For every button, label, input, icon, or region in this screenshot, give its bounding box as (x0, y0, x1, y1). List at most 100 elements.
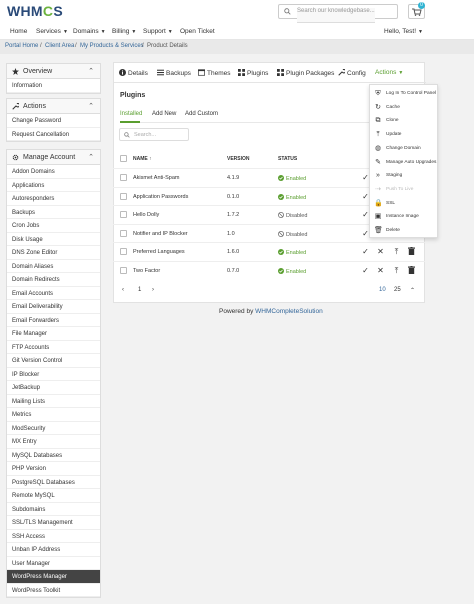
sidebar-item-wordpress-toolkit[interactable]: WordPress Toolkit (7, 584, 100, 597)
menu-item-change-domain[interactable]: ◍ Change Domain (370, 142, 439, 156)
sidebar-item-remote-mysql[interactable]: Remote MySQL (7, 489, 100, 503)
sidebar-item-jetbackup[interactable]: JetBackup (7, 381, 100, 395)
nav-support[interactable]: Support ▼ (143, 28, 173, 35)
nav-services[interactable]: Services ▼ (36, 28, 68, 35)
sidebar-item-domain-redirects[interactable]: Domain Redirects (7, 273, 100, 287)
pagination-current-page[interactable]: 1 (138, 287, 141, 293)
row-checkbox[interactable] (120, 229, 127, 237)
row-checkbox[interactable] (120, 266, 127, 274)
update-arrow-icon[interactable]: ⤒ (392, 266, 401, 275)
sidebar-item-unban-ip-address[interactable]: Unban IP Address (7, 543, 100, 557)
overview-item-information[interactable]: Information (7, 79, 100, 93)
column-header-status[interactable]: STATUS (278, 156, 297, 162)
menu-item-push-to-live[interactable]: ⇢ Push To Live (370, 183, 439, 197)
per-page-25[interactable]: 25 (394, 287, 401, 293)
tab-plugins[interactable]: Plugins (238, 69, 268, 77)
sidebar-item-backups[interactable]: Backups (7, 206, 100, 219)
sidebar-item-subdomains[interactable]: Subdomains (7, 503, 100, 516)
delete-trash-icon[interactable] (407, 247, 416, 256)
column-header-version[interactable]: VERSION (227, 156, 250, 162)
nav-home[interactable]: Home (10, 28, 27, 35)
menu-item-update[interactable]: ⤒ Update (370, 128, 439, 142)
tab-plugin-packages[interactable]: Plugin Packages (277, 69, 334, 77)
chevron-up-icon[interactable]: ⌃ (88, 102, 94, 110)
breadcrumb-client-area[interactable]: Client Area (45, 43, 74, 49)
subtab-add-new[interactable]: Add New (152, 111, 176, 117)
sidebar-item-email-forwarders[interactable]: Email Forwarders (7, 314, 100, 327)
disable-x-icon[interactable]: ✕ (376, 247, 385, 256)
menu-item-ssl[interactable]: 🔒 SSL (370, 197, 439, 211)
menu-item-delete[interactable]: 🗑 Delete (370, 224, 439, 238)
action-request-cancellation[interactable]: Request Cancellation (7, 128, 100, 141)
footer-link[interactable]: WHMCompleteSolution (255, 308, 323, 315)
enable-check-icon[interactable]: ✓ (361, 266, 370, 275)
pagination-prev-icon[interactable]: ‹ (122, 287, 124, 293)
sidebar-item-mailing-lists[interactable]: Mailing Lists (7, 395, 100, 408)
scroll-top-icon[interactable]: ⌃ (410, 287, 415, 294)
sidebar-item-modsecurity[interactable]: ModSecurity (7, 422, 100, 435)
sidebar-item-file-manager[interactable]: File Manager (7, 327, 100, 341)
column-header-name[interactable]: NAME ↑ (133, 156, 152, 162)
sidebar-item-autoresponders[interactable]: Autoresponders (7, 192, 100, 206)
action-change-password[interactable]: Change Password (7, 114, 100, 128)
subtab-add-custom[interactable]: Add Custom (185, 111, 218, 117)
update-arrow-icon[interactable]: ⤒ (392, 247, 401, 256)
sidebar-item-mysql-databases[interactable]: MySQL Databases (7, 449, 100, 462)
cart-button[interactable]: 0 (408, 2, 425, 19)
sidebar-item-applications[interactable]: Applications (7, 179, 100, 192)
disable-x-icon[interactable]: ✕ (376, 266, 385, 275)
delete-trash-icon[interactable] (407, 265, 416, 275)
actions-header[interactable]: Actions ⌃ (7, 99, 100, 114)
sidebar-item-php-version[interactable]: PHP Version (7, 462, 100, 476)
sidebar-item-mx-entry[interactable]: MX Entry (7, 435, 100, 449)
sidebar-item-ssl-tls-management[interactable]: SSL/TLS Management (7, 516, 100, 530)
nav-open-ticket[interactable]: Open Ticket (180, 28, 215, 35)
enable-check-icon[interactable]: ✓ (361, 247, 370, 256)
sidebar-item-dns-zone-editor[interactable]: DNS Zone Editor (7, 246, 100, 260)
tab-details[interactable]: Details (119, 69, 148, 77)
menu-item-instance-image[interactable]: ▣ Instance Image (370, 210, 439, 224)
sidebar-item-wordpress-manager[interactable]: WordPress Manager (7, 570, 100, 584)
menu-item-cache[interactable]: ↻ Cache (370, 101, 439, 115)
menu-item-clone[interactable]: ⧉ Clone (370, 114, 439, 128)
breadcrumb-portal-home[interactable]: Portal Home (5, 43, 38, 49)
row-checkbox[interactable] (120, 192, 127, 200)
sidebar-item-ssh-access[interactable]: SSH Access (7, 530, 100, 543)
pagination-next-icon[interactable]: › (152, 287, 154, 293)
breadcrumb-products-services[interactable]: My Products & Services (80, 43, 144, 49)
tab-themes[interactable]: Themes (198, 69, 230, 77)
chevron-up-icon[interactable]: ⌃ (88, 153, 94, 161)
sidebar-item-cron-jobs[interactable]: Cron Jobs (7, 219, 100, 233)
select-all-checkbox[interactable] (120, 155, 127, 162)
overview-header[interactable]: Overview ⌃ (7, 64, 100, 79)
tab-config[interactable]: Config (338, 69, 366, 77)
sidebar-item-email-deliverability[interactable]: Email Deliverability (7, 300, 100, 314)
row-checkbox[interactable] (120, 211, 127, 218)
plugin-search-input[interactable]: Search... (119, 128, 189, 141)
sidebar-item-domain-aliases[interactable]: Domain Aliases (7, 260, 100, 273)
sidebar-item-addon-domains[interactable]: Addon Domains (7, 165, 100, 179)
sidebar-item-ip-blocker[interactable]: IP Blocker (7, 368, 100, 381)
menu-item-log-in-to-control-panel[interactable]: ⛨ Log In To Control Panel (370, 87, 439, 101)
sidebar-item-ftp-accounts[interactable]: FTP Accounts (7, 341, 100, 354)
logo[interactable]: WHMCS (7, 3, 63, 19)
sidebar-item-disk-usage[interactable]: Disk Usage (7, 233, 100, 246)
row-checkbox[interactable] (120, 248, 127, 255)
per-page-10[interactable]: 10 (379, 287, 386, 293)
user-menu[interactable]: Hello, Test! ▼ (384, 28, 423, 35)
sidebar-item-email-accounts[interactable]: Email Accounts (7, 287, 100, 300)
sidebar-item-user-manager[interactable]: User Manager (7, 557, 100, 570)
menu-item-staging[interactable]: » Staging (370, 169, 439, 183)
tab-actions[interactable]: Actions ▼ (375, 69, 403, 76)
knowledgebase-search[interactable]: Search our knowledgebase... (278, 4, 398, 23)
nav-domains[interactable]: Domains ▼ (73, 28, 106, 35)
chevron-up-icon[interactable]: ⌃ (88, 67, 94, 75)
nav-billing[interactable]: Billing ▼ (112, 28, 136, 35)
sidebar-item-git-version-control[interactable]: Git Version Control (7, 354, 100, 368)
row-checkbox[interactable] (120, 174, 127, 181)
manage-account-header[interactable]: Manage Account ⌃ (7, 150, 100, 165)
sidebar-item-metrics[interactable]: Metrics (7, 408, 100, 422)
subtab-installed[interactable]: Installed (120, 111, 142, 117)
menu-item-manage-auto-upgrades[interactable]: ✎ Manage Auto Upgrades (370, 156, 439, 170)
tab-backups[interactable]: Backups (157, 69, 191, 77)
